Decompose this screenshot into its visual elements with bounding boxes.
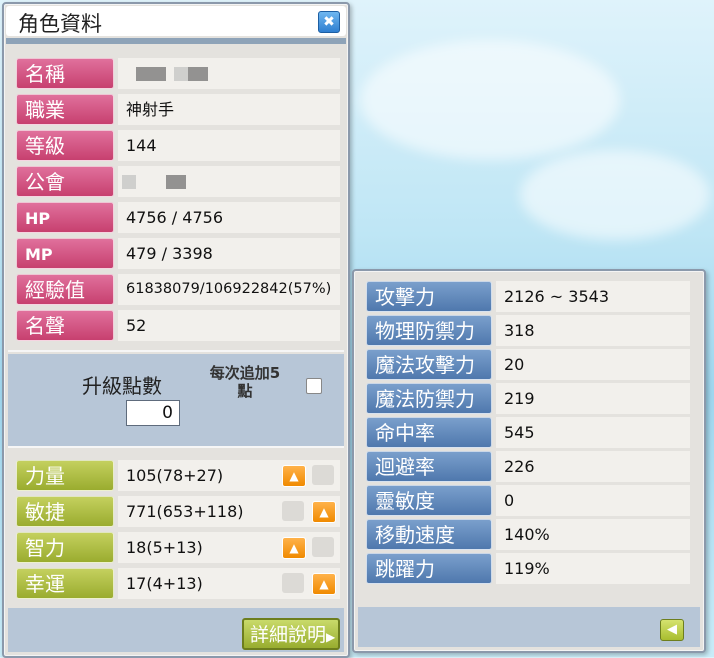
redacted-block: [166, 175, 186, 189]
info-label: 公會: [16, 166, 114, 197]
info-value: 52: [118, 310, 340, 341]
detail-value: 140%: [496, 519, 690, 550]
character-info-window: 角色資料 ✖ 名稱 職業 神射手 等級 144 公會 HP 4756 / 475…: [2, 2, 350, 658]
title-bar[interactable]: 角色資料 ✖: [6, 6, 346, 36]
detail-row-jump: 跳躍力 119%: [366, 553, 690, 584]
info-row-mp: MP 479 / 3398: [16, 238, 340, 269]
detail-value: 0: [496, 485, 690, 516]
info-row-fame: 名聲 52: [16, 310, 340, 341]
detail-label: 移動速度: [366, 519, 492, 550]
detail-label: 魔法防禦力: [366, 383, 492, 414]
auto-assign-label-line2: 點: [237, 382, 253, 400]
stat-up-button[interactable]: ▲: [282, 537, 306, 559]
info-label: 名稱: [16, 58, 114, 89]
info-label: HP: [16, 202, 114, 233]
detail-row-attack: 攻擊力 2126 ~ 3543: [366, 281, 690, 312]
info-value: 479 / 3398: [118, 238, 340, 269]
detail-value: 318: [496, 315, 690, 346]
close-icon[interactable]: ✖: [318, 11, 340, 33]
detail-value: 545: [496, 417, 690, 448]
info-value: 4756 / 4756: [118, 202, 340, 233]
detail-row-speed: 移動速度 140%: [366, 519, 690, 550]
divider: [8, 350, 344, 352]
info-label: MP: [16, 238, 114, 269]
detail-label: 跳躍力: [366, 553, 492, 584]
redacted-block: [136, 67, 166, 81]
stat-up-slot: [312, 537, 334, 557]
stat-label: 幸運: [16, 568, 114, 599]
redacted-block: [188, 67, 208, 81]
detail-row-matk: 魔法攻擊力 20: [366, 349, 690, 380]
sky-cloud: [520, 150, 710, 240]
detail-label: 攻擊力: [366, 281, 492, 312]
arrow-left-icon[interactable]: ◀: [660, 619, 684, 641]
info-value: 61838079/106922842(57%): [118, 274, 340, 305]
auto-assign-checkbox[interactable]: [306, 378, 322, 394]
info-row-job: 職業 神射手: [16, 94, 340, 125]
detail-value: 226: [496, 451, 690, 482]
info-value-redacted: [118, 166, 340, 197]
detail-row-wdef: 物理防禦力 318: [366, 315, 690, 346]
stat-value: 771(653+118): [118, 496, 340, 527]
detail-label: 命中率: [366, 417, 492, 448]
info-row-guild: 公會: [16, 166, 340, 197]
detail-label: 迴避率: [366, 451, 492, 482]
stat-up-button[interactable]: ▲: [312, 573, 336, 595]
detail-row-accuracy: 命中率 545: [366, 417, 690, 448]
stat-row-str: 力量 105(78+27) ▲: [16, 460, 340, 491]
detail-row-avoid: 迴避率 226: [366, 451, 690, 482]
redacted-block: [122, 175, 136, 189]
stat-row-int: 智力 18(5+13) ▲: [16, 532, 340, 563]
detail-row-mdef: 魔法防禦力 219: [366, 383, 690, 414]
detail-value: 2126 ~ 3543: [496, 281, 690, 312]
detail-stats-window: 攻擊力 2126 ~ 3543 物理防禦力 318 魔法攻擊力 20 魔法防禦力…: [352, 269, 706, 653]
info-row-exp: 經驗值 61838079/106922842(57%): [16, 274, 340, 305]
stat-up-slot: [282, 501, 304, 521]
title-strip: [6, 38, 346, 44]
stat-value: 105(78+27): [118, 460, 340, 491]
info-label: 職業: [16, 94, 114, 125]
detail-value: 20: [496, 349, 690, 380]
info-row-level: 等級 144: [16, 130, 340, 161]
detail-label: 魔法攻擊力: [366, 349, 492, 380]
detail-footer-bar: [358, 607, 700, 647]
detail-label: 靈敏度: [366, 485, 492, 516]
divider: [8, 446, 344, 448]
stat-label: 智力: [16, 532, 114, 563]
chevron-right-icon: ▶: [326, 630, 336, 644]
detail-value: 119%: [496, 553, 690, 584]
info-row-name: 名稱: [16, 58, 340, 89]
sky-cloud: [360, 40, 620, 160]
stat-label: 力量: [16, 460, 114, 491]
stat-up-button[interactable]: ▲: [312, 501, 336, 523]
info-value: 144: [118, 130, 340, 161]
ability-points-value: 0: [126, 400, 180, 426]
stat-value: 17(4+13): [118, 568, 340, 599]
info-label: 名聲: [16, 310, 114, 341]
detail-button[interactable]: 詳細說明▶: [242, 618, 340, 650]
stat-up-slot: [282, 573, 304, 593]
window-title: 角色資料: [18, 12, 102, 36]
stat-row-luk: 幸運 17(4+13) ▲: [16, 568, 340, 599]
stat-row-dex: 敏捷 771(653+118) ▲: [16, 496, 340, 527]
stat-label: 敏捷: [16, 496, 114, 527]
stat-value: 18(5+13): [118, 532, 340, 563]
ability-points-label: 升級點數: [82, 374, 162, 398]
info-value-redacted: [118, 58, 340, 89]
stat-up-slot: [312, 465, 334, 485]
info-row-hp: HP 4756 / 4756: [16, 202, 340, 233]
redacted-block: [174, 67, 188, 81]
auto-assign-label-line1: 每次追加5: [209, 364, 281, 382]
info-label: 等級: [16, 130, 114, 161]
detail-row-hands: 靈敏度 0: [366, 485, 690, 516]
info-value: 神射手: [118, 94, 340, 125]
detail-label: 物理防禦力: [366, 315, 492, 346]
auto-assign-label: 每次追加5 點: [200, 364, 290, 400]
info-label: 經驗值: [16, 274, 114, 305]
stat-up-button[interactable]: ▲: [282, 465, 306, 487]
detail-value: 219: [496, 383, 690, 414]
detail-button-label: 詳細說明: [250, 624, 327, 646]
